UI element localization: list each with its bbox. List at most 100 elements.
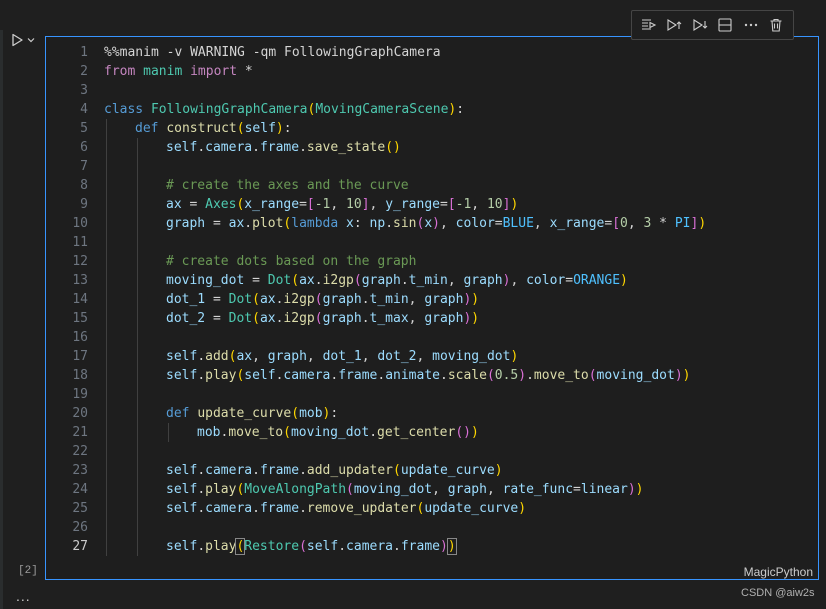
code-token: . bbox=[526, 368, 534, 383]
code-line[interactable]: 26 bbox=[46, 518, 818, 537]
indent-guide bbox=[106, 138, 107, 157]
split-cell-icon[interactable] bbox=[715, 15, 735, 35]
code-line[interactable]: 9 ax = Axes(x_range=[-1, 10], y_range=[-1… bbox=[46, 195, 818, 214]
code-line[interactable]: 6 self.camera.frame.save_state() bbox=[46, 138, 818, 157]
execute-above-icon[interactable] bbox=[639, 15, 659, 35]
code-token: . bbox=[197, 539, 206, 554]
code-token: t_min bbox=[408, 273, 448, 288]
indent-guide bbox=[106, 518, 107, 537]
run-controls bbox=[10, 33, 36, 47]
code-token: . bbox=[244, 216, 253, 231]
line-number: 5 bbox=[80, 121, 88, 136]
indent-guide bbox=[137, 290, 138, 309]
code-token: FollowingGraphCamera bbox=[150, 102, 308, 117]
code-line[interactable]: 25 self.camera.frame.remove_updater(updat… bbox=[46, 499, 818, 518]
code-line[interactable]: 21 mob.move_to(moving_dot.get_center()) bbox=[46, 423, 818, 442]
chevron-down-icon[interactable] bbox=[26, 35, 36, 45]
code-cell[interactable]: 1 %%manim -v WARNING -qm FollowingGraphCa… bbox=[45, 36, 819, 580]
code-token: camera bbox=[205, 463, 253, 478]
code-line[interactable]: 13 moving_dot = Dot(ax.i2gp(graph.t_min, … bbox=[46, 271, 818, 290]
code-line[interactable]: 1 %%manim -v WARNING -qm FollowingGraphCa… bbox=[46, 43, 818, 62]
language-label[interactable]: MagicPython bbox=[744, 565, 813, 579]
code-token: dot_2 bbox=[166, 311, 206, 326]
code-token: ) bbox=[635, 482, 644, 497]
code-token: color bbox=[526, 273, 566, 288]
code-line[interactable]: 16 bbox=[46, 328, 818, 347]
code-token: ( bbox=[283, 425, 291, 440]
code-token: = bbox=[494, 216, 503, 231]
notebook-left-rail bbox=[0, 30, 3, 609]
code-token: ) bbox=[439, 539, 448, 554]
code-token: frame bbox=[259, 463, 300, 478]
code-line[interactable]: 4 class FollowingGraphCamera(MovingCamera… bbox=[46, 100, 818, 119]
code-token: lambda bbox=[291, 216, 339, 231]
line-number: 3 bbox=[80, 83, 88, 98]
code-token: t_max bbox=[369, 311, 409, 326]
more-actions-icon[interactable] bbox=[741, 15, 761, 35]
code-token: = bbox=[565, 273, 574, 288]
code-line[interactable]: 2 from manim import * bbox=[46, 62, 818, 81]
code-token: play bbox=[205, 368, 237, 383]
indent-guide bbox=[137, 195, 138, 214]
code-token: # create dots based on the graph bbox=[166, 254, 417, 269]
code-line[interactable]: 27 self.play(Restore(self.camera.frame)) bbox=[46, 537, 818, 556]
code-token: ( bbox=[393, 463, 401, 478]
code-line[interactable]: 20 def update_curve(mob): bbox=[46, 404, 818, 423]
code-token: 0.5 bbox=[494, 368, 519, 383]
line-number: 22 bbox=[72, 444, 88, 459]
code-token: manim bbox=[143, 64, 183, 79]
code-line[interactable]: 12 # create dots based on the graph bbox=[46, 252, 818, 271]
execute-below-icon[interactable] bbox=[664, 15, 684, 35]
line-number: 8 bbox=[80, 178, 88, 193]
code-token: , bbox=[627, 216, 644, 231]
code-editor[interactable]: 1 %%manim -v WARNING -qm FollowingGraphCa… bbox=[46, 43, 818, 556]
code-token: Dot bbox=[228, 292, 253, 307]
code-token: add bbox=[205, 349, 229, 364]
indent-guide bbox=[137, 309, 138, 328]
line-number: 13 bbox=[72, 273, 88, 288]
code-token: Dot bbox=[228, 311, 253, 326]
code-token: = bbox=[573, 482, 581, 497]
code-token: ( bbox=[588, 368, 597, 383]
code-line[interactable]: 17 self.add(ax, graph, dot_1, dot_2, movi… bbox=[46, 347, 818, 366]
code-line[interactable]: 18 self.play(self.camera.frame.animate.sc… bbox=[46, 366, 818, 385]
code-line[interactable]: 8 # create the axes and the curve bbox=[46, 176, 818, 195]
indent-guide bbox=[137, 157, 138, 176]
code-token: ) bbox=[510, 349, 519, 364]
code-token: . bbox=[377, 368, 386, 383]
delete-cell-icon[interactable] bbox=[766, 15, 786, 35]
execute-cell-below-icon[interactable] bbox=[690, 15, 710, 35]
indent-guide bbox=[106, 233, 107, 252]
code-line[interactable]: 23 self.camera.frame.add_updater(update_c… bbox=[46, 461, 818, 480]
run-cell-button[interactable] bbox=[10, 33, 24, 47]
code-line[interactable]: 24 self.play(MoveAlongPath(moving_dot, gr… bbox=[46, 480, 818, 499]
code-token: dot_1 bbox=[166, 292, 206, 307]
indent-guide bbox=[137, 252, 138, 271]
code-token: moving_dot bbox=[353, 482, 433, 497]
indent-guide bbox=[137, 480, 138, 499]
code-line[interactable]: 14 dot_1 = Dot(ax.i2gp(graph.t_min, graph… bbox=[46, 290, 818, 309]
code-token: i2gp bbox=[283, 311, 315, 326]
code-line[interactable]: 7 bbox=[46, 157, 818, 176]
code-line[interactable]: 15 dot_2 = Dot(ax.i2gp(graph.t_max, graph… bbox=[46, 309, 818, 328]
more-icon[interactable]: ... bbox=[16, 588, 31, 604]
code-token: . bbox=[439, 368, 448, 383]
code-token: add_updater bbox=[306, 463, 393, 478]
code-line[interactable]: 10 graph = ax.plot(lambda x: np.sin(x), c… bbox=[46, 214, 818, 233]
code-line[interactable]: 5 def construct(self): bbox=[46, 119, 818, 138]
code-token: rate_func bbox=[502, 482, 574, 497]
code-token: : bbox=[456, 102, 465, 117]
code-token: ( bbox=[486, 368, 495, 383]
code-line[interactable]: 11 bbox=[46, 233, 818, 252]
line-number: 20 bbox=[72, 406, 88, 421]
code-token: , bbox=[408, 292, 425, 307]
code-token: = bbox=[299, 197, 307, 212]
code-token: . bbox=[252, 140, 260, 155]
code-line[interactable]: 22 bbox=[46, 442, 818, 461]
code-line[interactable]: 19 bbox=[46, 385, 818, 404]
line-number: 27 bbox=[72, 539, 88, 554]
code-token: = bbox=[205, 292, 229, 307]
cell-toolbar bbox=[631, 10, 794, 40]
code-line[interactable]: 3 bbox=[46, 81, 818, 100]
code-token: mob bbox=[299, 406, 323, 421]
